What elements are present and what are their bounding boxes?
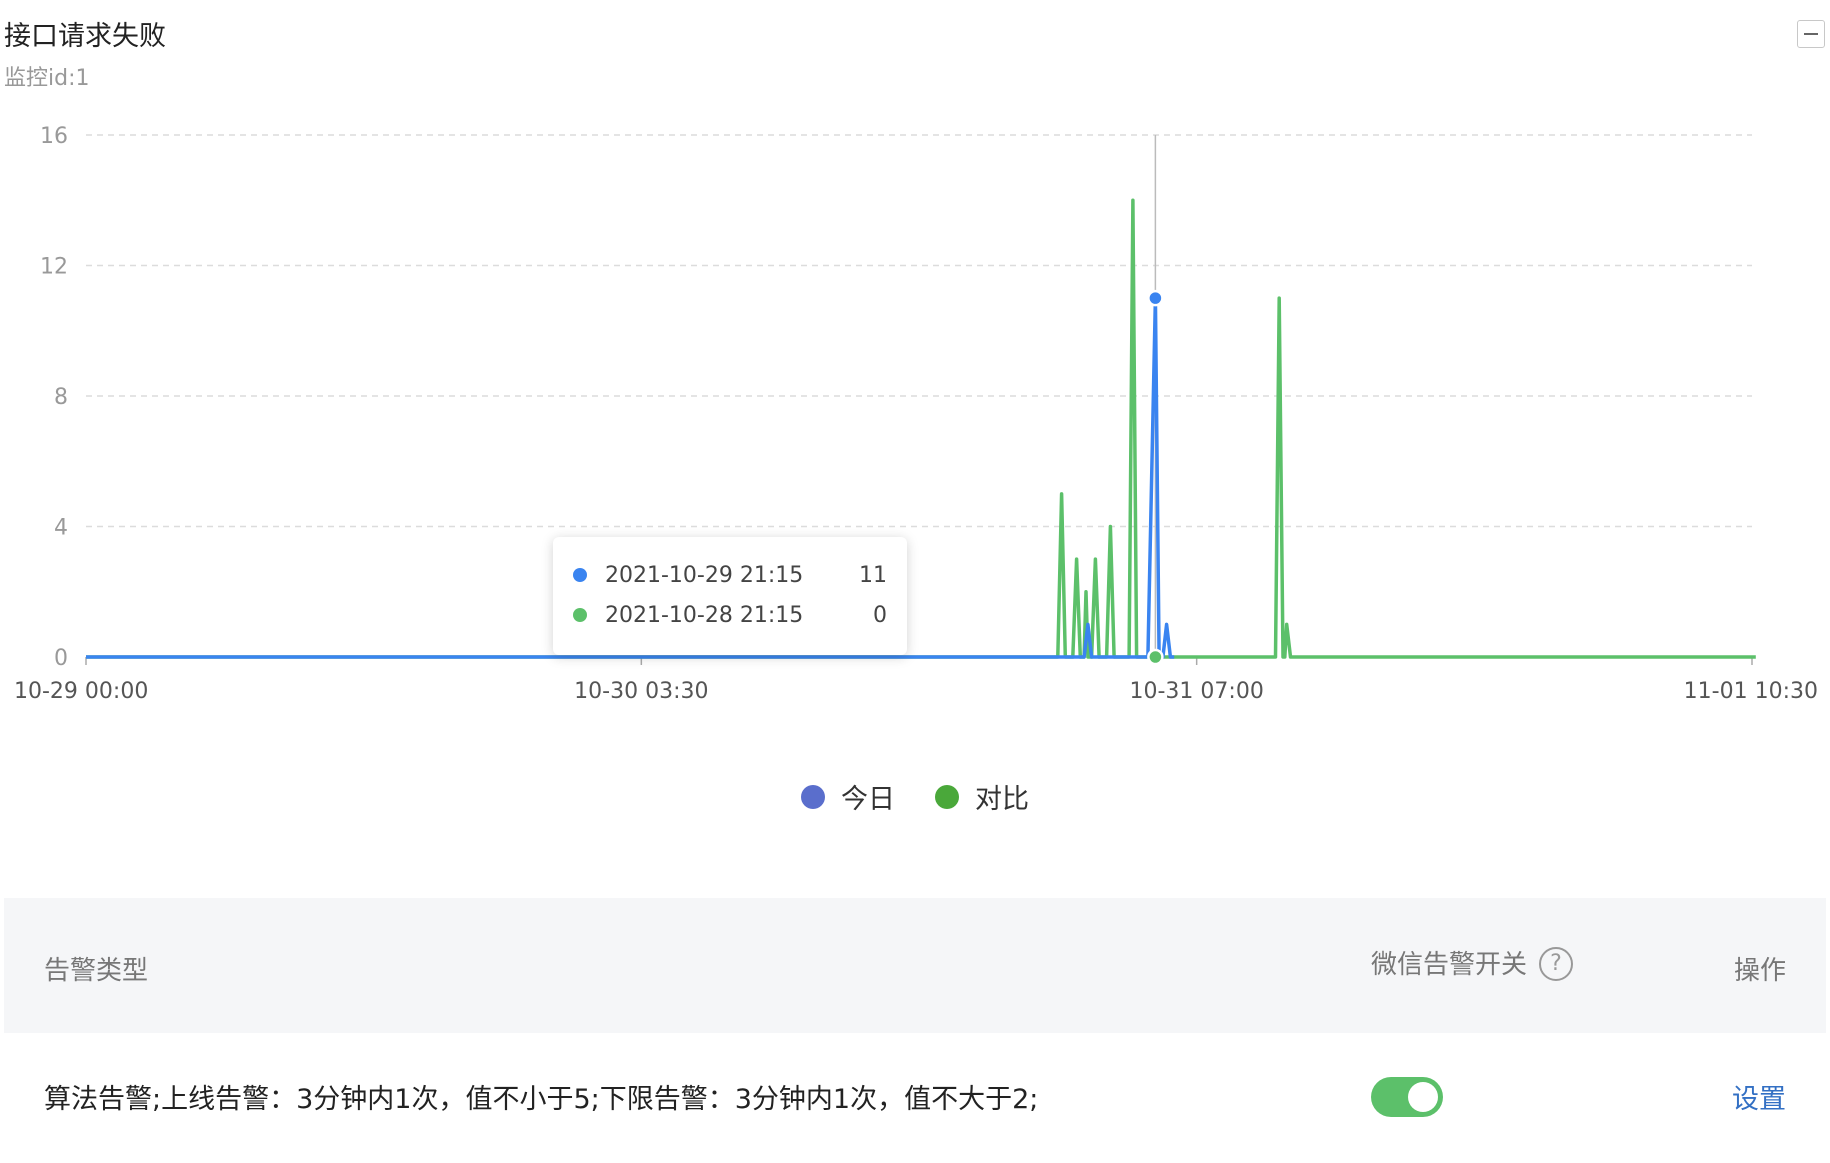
y-tick-label: 4 — [54, 516, 68, 541]
x-tick-label: 10-29 00:00 — [14, 679, 148, 704]
alert-description: 算法告警;上线告警：3分钟内1次，值不小于5;下限告警：3分钟内1次，值不大于2… — [44, 1084, 1039, 1115]
series-line — [86, 198, 1756, 659]
help-icon[interactable]: ? — [1539, 946, 1574, 981]
compare-dot-icon — [573, 608, 587, 622]
header-action: 操作 — [1734, 956, 1787, 986]
x-tick-label: 11-01 10:30 — [1684, 679, 1818, 704]
header-wechat-switch: 微信告警开关? — [1371, 944, 1574, 983]
y-tick-label: 0 — [54, 646, 68, 671]
legend-item-today[interactable]: 今日 — [801, 777, 895, 816]
tooltip-value: 0 — [873, 602, 887, 628]
header-wechat-label: 微信告警开关 — [1371, 950, 1528, 980]
toggle-knob — [1408, 1082, 1438, 1112]
x-tick-label: 10-31 07:00 — [1130, 679, 1264, 704]
y-tick-label: 16 — [40, 124, 68, 149]
y-tick-label: 8 — [54, 385, 68, 410]
alert-table-header: 告警类型 微信告警开关? 操作 — [4, 898, 1826, 1033]
tooltip-time: 2021-10-28 21:15 — [605, 602, 804, 628]
y-tick-label: 12 — [40, 255, 68, 280]
line-chart: 0 4 8 12 16 10-29 00:00 10-30 03:30 10-31 07:00… — [14, 124, 1818, 704]
hover-point — [1147, 289, 1164, 307]
tooltip-value: 11 — [859, 562, 887, 588]
legend-dot-icon — [801, 784, 825, 809]
legend-dot-icon — [935, 784, 959, 809]
tooltip-row-compare: 2021-10-28 21:15 0 — [573, 595, 887, 635]
legend-item-compare[interactable]: 对比 — [935, 777, 1029, 816]
chart-legend: 今日 对比 — [0, 777, 1830, 816]
table-row: 算法告警;上线告警：3分钟内1次，值不小于5;下限告警：3分钟内1次，值不大于2… — [4, 1033, 1826, 1163]
wechat-alert-toggle[interactable] — [1371, 1077, 1443, 1117]
legend-label: 对比 — [975, 784, 1029, 815]
settings-link[interactable]: 设置 — [1732, 1077, 1786, 1116]
x-tick-label: 10-30 03:30 — [574, 679, 708, 704]
hover-point — [1147, 648, 1164, 666]
tooltip-row-today: 2021-10-29 21:15 11 — [573, 555, 887, 595]
header-alert-type: 告警类型 — [44, 956, 149, 986]
tooltip-time: 2021-10-29 21:15 — [605, 562, 804, 588]
legend-label: 今日 — [841, 784, 895, 815]
today-dot-icon — [573, 568, 587, 582]
chart-tooltip: 2021-10-29 21:15 11 2021-10-28 21:15 0 — [553, 537, 907, 655]
